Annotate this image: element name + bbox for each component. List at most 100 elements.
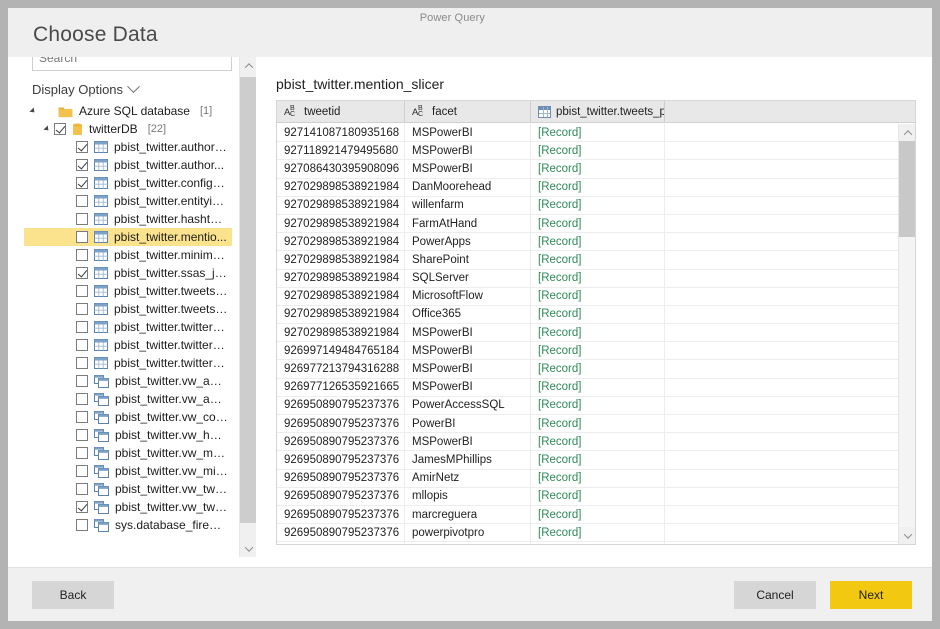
table-cell[interactable]: 926997149484765184 [277, 342, 405, 359]
table-cell[interactable]: [Record] [531, 215, 665, 232]
table-cell[interactable]: PowerApps [405, 233, 531, 250]
column-header[interactable]: ABCtweetid [277, 101, 405, 122]
display-options-button[interactable]: Display Options [32, 82, 138, 97]
tree-item-checkbox[interactable] [76, 483, 88, 495]
scrollbar-thumb[interactable] [240, 77, 256, 523]
tree-item[interactable]: pbist_twitter.vw_me... [24, 444, 232, 462]
table-cell[interactable]: JamesMPhillips [405, 451, 531, 468]
tree-item-checkbox[interactable] [76, 357, 88, 369]
expand-collapse-triangle-icon[interactable] [26, 108, 40, 114]
table-cell[interactable]: 926950890795237376 [277, 397, 405, 414]
tree-item-checkbox[interactable] [76, 231, 88, 243]
table-cell[interactable]: 926950890795237376 [277, 451, 405, 468]
table-row[interactable]: 927029898538921984willenfarm[Record] [277, 197, 915, 215]
table-row[interactable]: 927029898538921984MSPowerBI[Record] [277, 324, 915, 342]
table-cell[interactable]: [Record] [531, 542, 665, 544]
table-cell[interactable]: 926950890795237376 [277, 470, 405, 487]
table-cell[interactable]: [Record] [531, 524, 665, 541]
table-cell[interactable]: MSPowerBI [405, 433, 531, 450]
tree-item-checkbox[interactable] [76, 195, 88, 207]
back-button[interactable]: Back [32, 581, 114, 609]
tree-item-checkbox[interactable] [76, 285, 88, 297]
table-cell[interactable]: DanMoorehead [405, 179, 531, 196]
tree-item[interactable]: pbist_twitter.twitter_... [24, 336, 232, 354]
table-cell[interactable]: [Record] [531, 142, 665, 159]
table-cell[interactable]: 927029898538921984 [277, 251, 405, 268]
table-cell[interactable]: MSPowerBI [405, 379, 531, 396]
tree-item-checkbox[interactable] [76, 501, 88, 513]
object-tree[interactable]: Azure SQL database[1]twitterDB[22] pbist_… [24, 102, 232, 557]
tree-item[interactable]: pbist_twitter.tweets_... [24, 300, 232, 318]
table-cell[interactable]: [Record] [531, 124, 665, 141]
tree-item[interactable]: pbist_twitter.vw_min... [24, 462, 232, 480]
table-cell[interactable]: 926950890795237376 [277, 524, 405, 541]
table-row[interactable]: 927029898538921984FarmAtHand[Record] [277, 215, 915, 233]
table-cell[interactable]: [Record] [531, 433, 665, 450]
table-row[interactable]: 927029898538921984DanMoorehead[Record] [277, 179, 915, 197]
table-cell[interactable]: MSPowerBI [405, 160, 531, 177]
cancel-button[interactable]: Cancel [734, 581, 816, 609]
table-cell[interactable]: [Record] [531, 415, 665, 432]
expand-collapse-triangle-icon[interactable] [40, 126, 54, 132]
table-cell[interactable]: [Record] [531, 288, 665, 305]
table-cell[interactable]: 927029898538921984 [277, 324, 405, 341]
navigator-scrollbar[interactable] [239, 57, 256, 557]
table-cell[interactable]: 927029898538921984 [277, 270, 405, 287]
tree-item[interactable]: pbist_twitter.ssas_jobs [24, 264, 232, 282]
tree-item-checkbox[interactable] [76, 321, 88, 333]
table-cell[interactable]: [Record] [531, 233, 665, 250]
table-row[interactable]: 927086430395908096MSPowerBI[Record] [277, 160, 915, 178]
table-row[interactable]: 927029898538921984MicrosoftFlow[Record] [277, 288, 915, 306]
tree-item[interactable]: pbist_twitter.mentio... [24, 228, 232, 246]
table-row[interactable]: 927029898538921984SQLServer[Record] [277, 270, 915, 288]
tree-item[interactable]: pbist_twitter.vw_con... [24, 408, 232, 426]
table-cell[interactable]: 927118921479495680 [277, 142, 405, 159]
table-cell[interactable]: 927029898538921984 [277, 197, 405, 214]
tree-item[interactable]: pbist_twitter.vw_twe... [24, 480, 232, 498]
table-cell[interactable]: 927029898538921984 [277, 215, 405, 232]
table-cell[interactable]: MSPowerBI [405, 324, 531, 341]
table-cell[interactable]: 926977126535921665 [277, 379, 405, 396]
table-cell[interactable]: 926950890795237376 [277, 506, 405, 523]
table-cell[interactable]: willenfarm [405, 197, 531, 214]
tree-item[interactable]: pbist_twitter.entityin... [24, 192, 232, 210]
tree-item[interactable]: Azure SQL database[1] [24, 102, 232, 120]
table-row[interactable]: 926950890795237376PowerAccessSQL[Record] [277, 397, 915, 415]
table-cell[interactable]: 927029898538921984 [277, 179, 405, 196]
tree-item-checkbox[interactable] [76, 519, 88, 531]
tree-item[interactable]: pbist_twitter.tweets_... [24, 282, 232, 300]
table-cell[interactable]: PowerAccessSQL [405, 397, 531, 414]
table-cell[interactable]: 926977213794316288 [277, 360, 405, 377]
table-cell[interactable]: mllopis [405, 488, 531, 505]
table-row[interactable]: 927118921479495680MSPowerBI[Record] [277, 142, 915, 160]
tree-item[interactable]: pbist_twitter.minimu... [24, 246, 232, 264]
table-row[interactable]: 926950890795237376AmirNetz[Record] [277, 470, 915, 488]
table-cell[interactable]: [Record] [531, 306, 665, 323]
tree-item-checkbox[interactable] [76, 339, 88, 351]
table-cell[interactable]: [Record] [531, 488, 665, 505]
tree-item[interactable]: pbist_twitter.twitter_... [24, 318, 232, 336]
table-row[interactable]: 927029898538921984PowerApps[Record] [277, 233, 915, 251]
table-cell[interactable]: marcreguera [405, 506, 531, 523]
table-row[interactable]: 927029898538921984Office365[Record] [277, 306, 915, 324]
tree-item[interactable]: pbist_twitter.twitter_... [24, 354, 232, 372]
table-cell[interactable]: MSPowerBI [405, 124, 531, 141]
table-cell[interactable]: Will_MI77 [405, 542, 531, 544]
search-input[interactable] [32, 57, 232, 71]
tree-item-checkbox[interactable] [76, 141, 88, 153]
table-cell[interactable]: [Record] [531, 179, 665, 196]
tree-item-checkbox[interactable] [76, 267, 88, 279]
tree-item-checkbox[interactable] [76, 303, 88, 315]
tree-item-checkbox[interactable] [76, 375, 88, 387]
table-cell[interactable]: [Record] [531, 160, 665, 177]
table-cell[interactable]: SharePoint [405, 251, 531, 268]
tree-item[interactable]: twitterDB[22] [24, 120, 232, 138]
table-cell[interactable]: 926950890795237376 [277, 488, 405, 505]
table-cell[interactable]: MSPowerBI [405, 342, 531, 359]
column-header[interactable]: ABCfacet [405, 101, 531, 122]
next-button[interactable]: Next [830, 581, 912, 609]
table-row[interactable]: 927029898538921984SharePoint[Record] [277, 251, 915, 269]
table-row[interactable]: 926950890795237376mllopis[Record] [277, 488, 915, 506]
tree-item[interactable]: pbist_twitter.vw_twe... [24, 498, 232, 516]
tree-item[interactable]: pbist_twitter.vw_has... [24, 426, 232, 444]
